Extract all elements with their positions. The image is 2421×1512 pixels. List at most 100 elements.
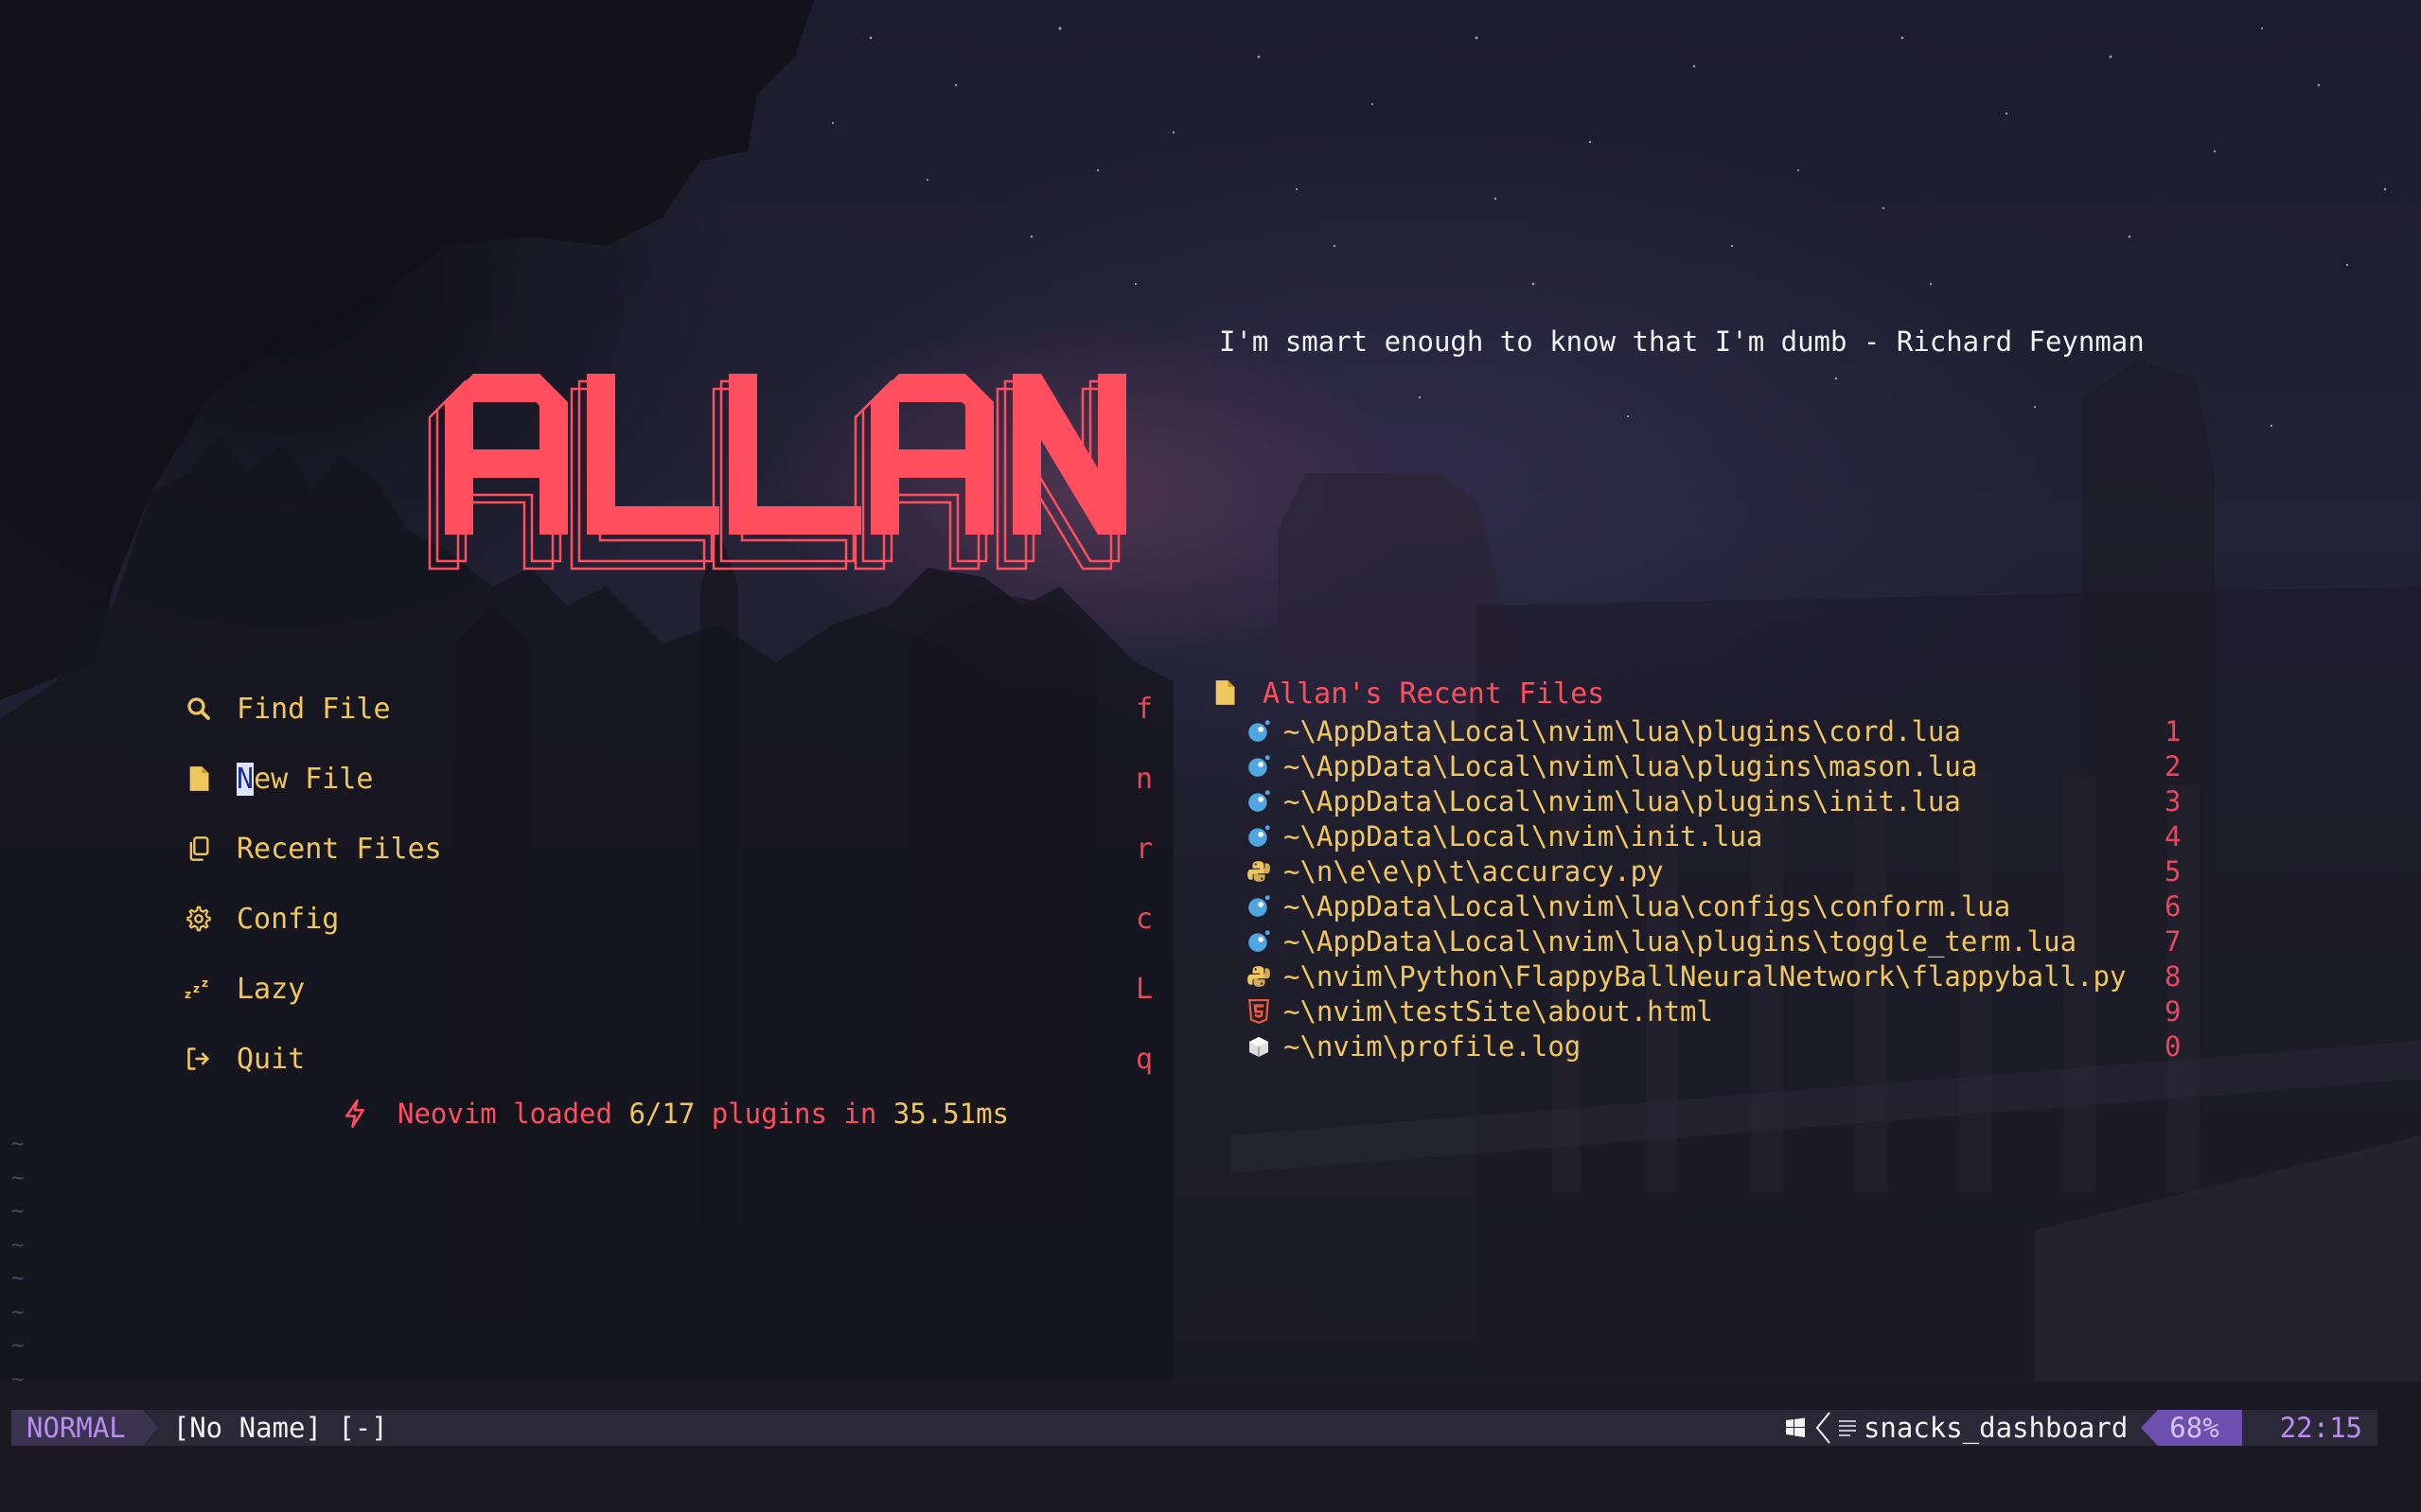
recent-file-item[interactable]: ~\nvim\testSite\about.html 9 xyxy=(1213,993,2198,1029)
recent-file-item[interactable]: ~\AppData\Local\nvim\lua\plugins\init.lu… xyxy=(1213,783,2198,818)
recent-file-shortcut-key: 2 xyxy=(2165,749,2182,782)
lua-icon xyxy=(1246,823,1272,850)
recent-file-shortcut-key: 5 xyxy=(2165,854,2182,888)
menu-shortcut-key: r xyxy=(1136,832,1154,866)
percent-separator xyxy=(2141,1410,2159,1446)
file-icon xyxy=(1213,679,1240,708)
python-icon xyxy=(1246,963,1272,990)
recent-file-path: ~\nvim\Python\FlappyBallNeuralNetwork\fl… xyxy=(1283,959,2127,993)
menu-label: Quit xyxy=(237,1042,306,1076)
scroll-percent-value: 68% xyxy=(2158,1410,2242,1446)
menu-label: Recent Files xyxy=(237,832,442,866)
tilde-marker: ~ xyxy=(11,1367,25,1392)
recent-file-item[interactable]: ~\AppData\Local\nvim\init.lua 4 xyxy=(1213,818,2198,853)
recent-file-path: ~\AppData\Local\nvim\lua\plugins\init.lu… xyxy=(1283,784,1961,818)
allan-logo xyxy=(428,374,1126,571)
startup-prefix: Neovim loaded xyxy=(398,1098,629,1130)
recent-file-shortcut-key: 8 xyxy=(2165,959,2182,993)
recent-file-path: ~\AppData\Local\nvim\lua\configs\conform… xyxy=(1283,889,2011,923)
tilde-marker: ~ xyxy=(11,1166,25,1190)
recent-file-shortcut-key: 4 xyxy=(2165,819,2182,853)
recent-file-path: ~\nvim\profile.log xyxy=(1283,1029,1582,1063)
startup-plugin-count: 6/17 xyxy=(628,1098,696,1130)
recent-file-item[interactable]: ~\AppData\Local\nvim\lua\configs\conform… xyxy=(1213,888,2198,923)
copy-icon xyxy=(180,834,218,864)
new-file-icon xyxy=(180,764,218,794)
recent-file-shortcut-key: 7 xyxy=(2165,924,2182,958)
svg-text:z: z xyxy=(193,982,200,995)
dashboard-menu: Find File f New File n Recent Files r Co… xyxy=(180,674,1183,1094)
recent-file-shortcut-key: 0 xyxy=(2165,1029,2182,1063)
menu-shortcut-key: q xyxy=(1136,1042,1154,1076)
lua-icon xyxy=(1246,718,1272,745)
menu-item-config[interactable]: Config c xyxy=(180,884,1183,954)
dashboard-quote: I'm smart enough to know that I'm dumb -… xyxy=(1219,325,2145,358)
recent-file-item[interactable]: ~\nvim\profile.log 0 xyxy=(1213,1029,2198,1064)
menu-shortcut-key: f xyxy=(1136,692,1154,726)
lightning-icon xyxy=(343,1099,377,1128)
buffer-name: [No Name] [-] xyxy=(172,1412,388,1444)
menu-label-rest: ew File xyxy=(254,762,374,796)
recent-file-path: ~\AppData\Local\nvim\lua\plugins\cord.lu… xyxy=(1283,714,1961,747)
recent-file-item[interactable]: ~\AppData\Local\nvim\lua\plugins\mason.l… xyxy=(1213,748,2198,783)
scroll-percent: 68% xyxy=(2141,1410,2242,1446)
recent-files-section: Allan's Recent Files ~\AppData\Local\nvi… xyxy=(1213,674,2198,1064)
sleep-zzz-icon: zzz xyxy=(180,974,218,1004)
menu-label: Find File xyxy=(237,692,391,726)
empty-line-markers: ~ ~ ~ ~ ~ ~ ~ ~ xyxy=(11,1128,24,1397)
lua-icon xyxy=(1246,893,1272,920)
html5-icon xyxy=(1246,998,1272,1025)
menu-item-quit[interactable]: Quit q xyxy=(180,1024,1183,1094)
recent-file-shortcut-key: 1 xyxy=(2165,714,2182,747)
recent-files-title: Allan's Recent Files xyxy=(1263,677,1605,711)
lua-icon xyxy=(1246,788,1272,815)
recent-file-path: ~\AppData\Local\nvim\lua\plugins\mason.l… xyxy=(1283,749,1978,782)
svg-text:z: z xyxy=(185,988,191,1000)
menu-label: New File xyxy=(237,762,374,796)
statusline: NORMAL [No Name] [-] snacks_dashboard 68… xyxy=(11,1410,2377,1446)
recent-file-item[interactable]: ~\AppData\Local\nvim\lua\plugins\cord.lu… xyxy=(1213,713,2198,748)
recent-file-path: ~\n\e\e\p\t\accuracy.py xyxy=(1283,854,1664,888)
exit-icon xyxy=(180,1044,218,1074)
mode-separator xyxy=(142,1410,158,1446)
menu-shortcut-key: n xyxy=(1136,762,1154,796)
menu-label: Lazy xyxy=(237,972,306,1006)
lua-icon xyxy=(1246,753,1272,780)
menu-item-find-file[interactable]: Find File f xyxy=(180,674,1183,744)
filetype-icon xyxy=(1837,1416,1858,1439)
text-cursor: N xyxy=(237,762,255,796)
recent-files-list: ~\AppData\Local\nvim\lua\plugins\cord.lu… xyxy=(1213,713,2198,1064)
recent-file-path: ~\AppData\Local\nvim\lua\plugins\toggle_… xyxy=(1283,924,2077,958)
tilde-marker: ~ xyxy=(11,1334,25,1358)
python-icon xyxy=(1246,858,1272,885)
chevron-left-icon xyxy=(1814,1412,1831,1444)
log-icon xyxy=(1246,1033,1272,1060)
tilde-marker: ~ xyxy=(11,1300,25,1325)
tilde-marker: ~ xyxy=(11,1133,25,1156)
menu-shortcut-key: L xyxy=(1136,972,1154,1006)
startup-time: 35.51ms xyxy=(892,1098,1010,1130)
search-icon xyxy=(180,694,218,724)
tilde-marker: ~ xyxy=(11,1267,25,1291)
gear-icon xyxy=(180,904,218,934)
menu-item-recent-files[interactable]: Recent Files r xyxy=(180,814,1183,884)
recent-file-path: ~\nvim\testSite\about.html xyxy=(1283,994,1713,1028)
recent-file-item[interactable]: ~\n\e\e\p\t\accuracy.py 5 xyxy=(1213,853,2198,888)
recent-file-item[interactable]: ~\AppData\Local\nvim\lua\plugins\toggle_… xyxy=(1213,923,2198,958)
recent-file-shortcut-key: 3 xyxy=(2165,784,2182,818)
recent-files-header: Allan's Recent Files xyxy=(1213,674,2198,713)
mode-indicator: NORMAL xyxy=(11,1410,143,1446)
startup-middle: plugins in xyxy=(695,1098,893,1130)
menu-shortcut-key: c xyxy=(1136,902,1154,936)
statusline-right: snacks_dashboard 68% 22:15 xyxy=(1784,1410,2377,1446)
recent-file-shortcut-key: 6 xyxy=(2165,889,2182,923)
windows-icon xyxy=(1784,1416,1807,1439)
tilde-marker: ~ xyxy=(11,1200,25,1223)
startup-stats: Neovim loaded 6/17 plugins in 35.51ms xyxy=(343,1098,1009,1130)
menu-label: Config xyxy=(237,902,340,936)
svg-text:z: z xyxy=(202,977,208,990)
menu-item-new-file[interactable]: New File n xyxy=(180,744,1183,814)
menu-item-lazy[interactable]: zzz Lazy L xyxy=(180,954,1183,1024)
filetype-label: snacks_dashboard xyxy=(1863,1412,2129,1444)
recent-file-item[interactable]: ~\nvim\Python\FlappyBallNeuralNetwork\fl… xyxy=(1213,958,2198,993)
